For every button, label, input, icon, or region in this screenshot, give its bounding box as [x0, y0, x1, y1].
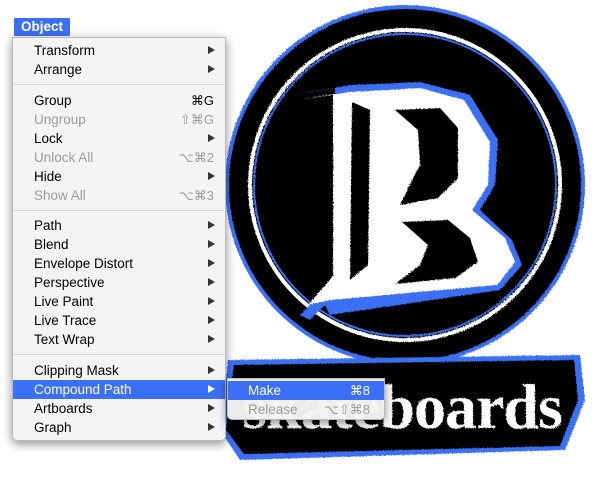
- menu-item-blend[interactable]: Blend: [13, 235, 225, 254]
- menu-item-compound-path[interactable]: Compound Path: [13, 380, 225, 399]
- menu-item-label: Lock: [34, 131, 63, 146]
- submenu-arrow-icon: [208, 65, 215, 73]
- submenu-item-shortcut: ⌥⇧⌘8: [323, 402, 370, 417]
- menu-item-label: Arrange: [34, 62, 83, 77]
- compound-path-submenu: Make ⌘8 Release ⌥⇧⌘8: [227, 378, 385, 420]
- submenu-arrow-icon: [208, 259, 215, 267]
- menu-item-label: Live Trace: [34, 313, 97, 328]
- menu-item-hide[interactable]: Hide: [13, 167, 225, 186]
- menu-item-perspective[interactable]: Perspective: [13, 273, 225, 292]
- menu-separator: [14, 354, 224, 355]
- menu-item-lock[interactable]: Lock: [13, 129, 225, 148]
- menu-item-shortcut: ⌥⌘2: [178, 150, 214, 165]
- submenu-arrow-icon: [208, 335, 215, 343]
- menu-item-path[interactable]: Path: [13, 216, 225, 235]
- submenu-arrow-icon: [208, 221, 215, 229]
- menu-item-label: Show All: [34, 188, 86, 203]
- menu-item-label: Path: [34, 218, 62, 233]
- menu-item-shortcut: ⌘G: [190, 93, 214, 108]
- submenu-item-label: Release: [248, 402, 298, 417]
- submenu-item-make[interactable]: Make ⌘8: [228, 381, 384, 400]
- submenu-arrow-icon: [208, 172, 215, 180]
- menu-item-label: Blend: [34, 237, 69, 252]
- menu-item-envelope-distort[interactable]: Envelope Distort: [13, 254, 225, 273]
- object-menu: Transform Arrange Group ⌘G Ungroup ⇧⌘G L…: [12, 37, 226, 441]
- menu-item-label: Text Wrap: [34, 332, 95, 347]
- menu-item-live-paint[interactable]: Live Paint: [13, 292, 225, 311]
- submenu-arrow-icon: [208, 297, 215, 305]
- submenu-arrow-icon: [208, 316, 215, 324]
- menu-item-live-trace[interactable]: Live Trace: [13, 311, 225, 330]
- menu-separator: [14, 210, 224, 211]
- menu-item-label: Live Paint: [34, 294, 94, 309]
- menu-item-label: Hide: [34, 169, 62, 184]
- menu-item-group[interactable]: Group ⌘G: [13, 91, 225, 110]
- menu-item-label: Artboards: [34, 401, 93, 416]
- menu-item-label: Clipping Mask: [34, 363, 119, 378]
- menu-item-show-all[interactable]: Show All ⌥⌘3: [13, 186, 225, 205]
- menu-item-transform[interactable]: Transform: [13, 41, 225, 60]
- menu-item-label: Ungroup: [34, 112, 86, 127]
- submenu-arrow-icon: [208, 240, 215, 248]
- menu-item-shortcut: ⇧⌘G: [179, 112, 214, 127]
- menu-item-unlock-all[interactable]: Unlock All ⌥⌘2: [13, 148, 225, 167]
- menu-item-label: Graph: [34, 420, 72, 435]
- submenu-arrow-icon: [208, 366, 215, 374]
- submenu-item-shortcut: ⌘8: [349, 383, 370, 398]
- submenu-arrow-icon: [208, 46, 215, 54]
- menu-item-graph[interactable]: Graph: [13, 418, 225, 437]
- menu-item-label: Envelope Distort: [34, 256, 134, 271]
- menu-item-shortcut: ⌥⌘3: [178, 188, 214, 203]
- submenu-arrow-icon: [208, 134, 215, 142]
- object-menu-title[interactable]: Object: [14, 18, 71, 36]
- menu-item-ungroup[interactable]: Ungroup ⇧⌘G: [13, 110, 225, 129]
- submenu-item-release[interactable]: Release ⌥⇧⌘8: [228, 400, 384, 419]
- submenu-arrow-icon: [208, 385, 215, 393]
- submenu-item-label: Make: [248, 383, 282, 398]
- submenu-arrow-icon: [208, 278, 215, 286]
- menu-item-label: Group: [34, 93, 72, 108]
- menu-separator: [14, 84, 224, 85]
- submenu-arrow-icon: [208, 404, 215, 412]
- menu-item-clipping-mask[interactable]: Clipping Mask: [13, 361, 225, 380]
- menu-item-label: Unlock All: [34, 150, 94, 165]
- menu-item-artboards[interactable]: Artboards: [13, 399, 225, 418]
- menu-item-label: Transform: [34, 43, 96, 58]
- menu-item-label: Compound Path: [34, 382, 132, 397]
- submenu-arrow-icon: [208, 423, 215, 431]
- menu-item-label: Perspective: [34, 275, 105, 290]
- menu-item-arrange[interactable]: Arrange: [13, 60, 225, 79]
- menu-item-text-wrap[interactable]: Text Wrap: [13, 330, 225, 349]
